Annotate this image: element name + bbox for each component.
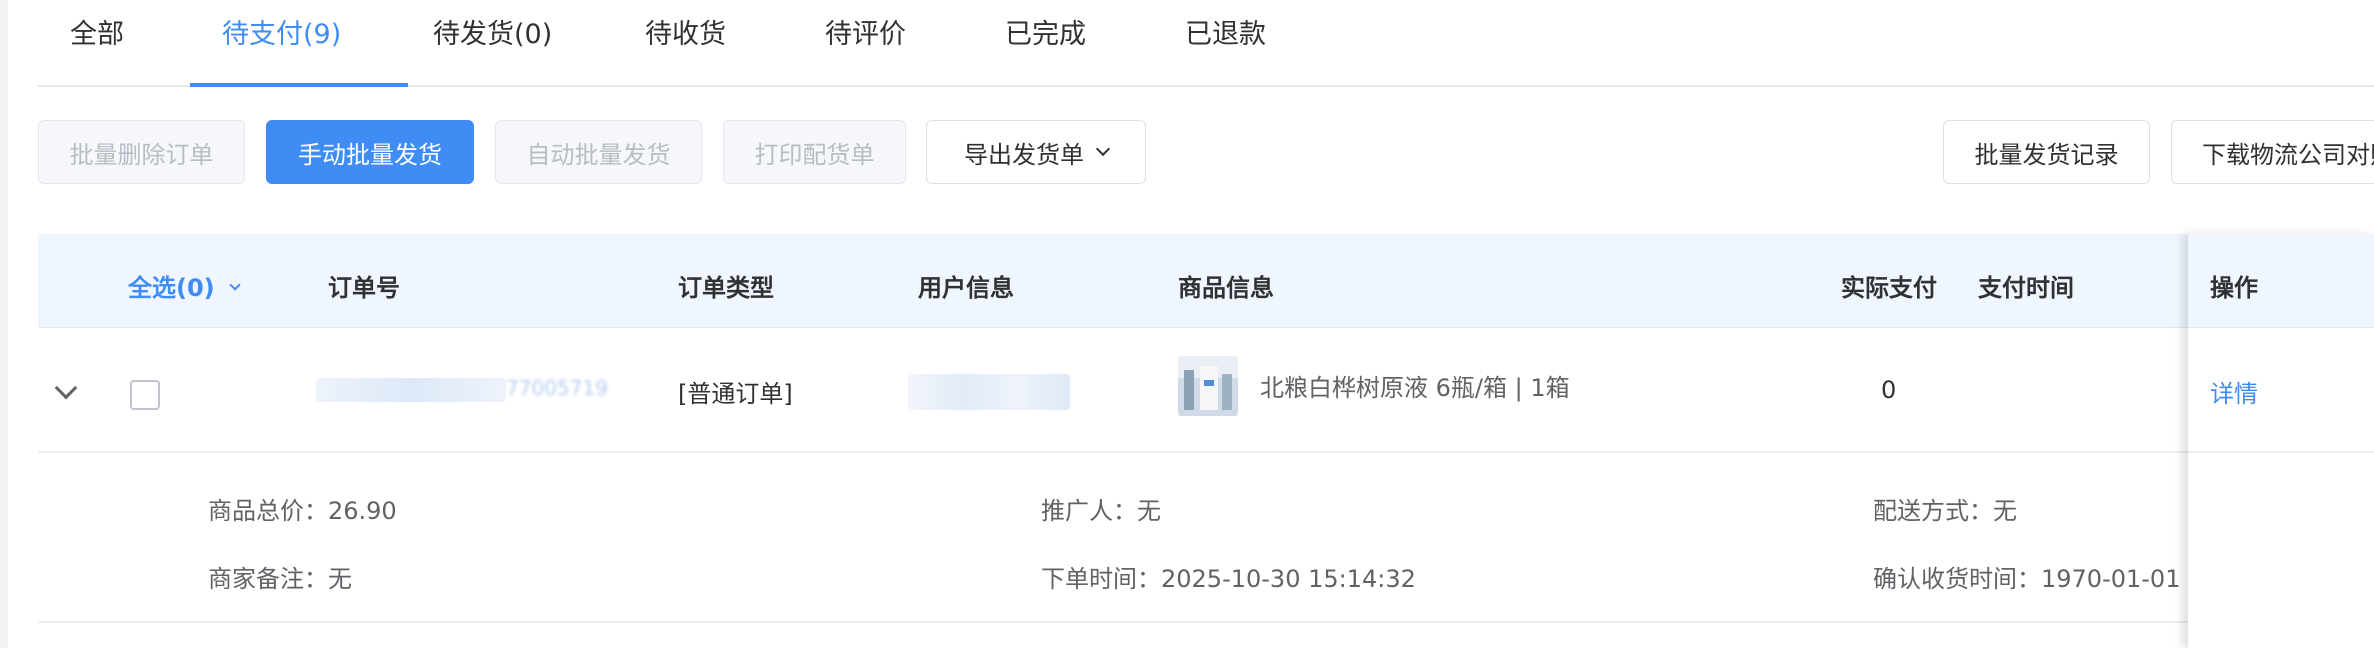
table-header: 全选(0) 订单号 订单类型 用户信息 商品信息 实际支付 支付时间 (38, 234, 2374, 328)
left-panel-edge (0, 0, 8, 648)
product-thumbnail (1178, 356, 1238, 416)
row-checkbox[interactable] (130, 380, 160, 410)
header-order-no: 订单号 (328, 274, 400, 302)
header-user-info: 用户信息 (918, 274, 1014, 302)
redacted-user-info (908, 374, 1070, 410)
batch-ship-records-button[interactable]: 批量发货记录 (1943, 120, 2150, 184)
merchant-note: 商家备注：无 (208, 565, 352, 593)
batch-delete-button[interactable]: 批量删除订单 (38, 120, 245, 184)
export-shipping-dropdown[interactable]: 导出发货单 (926, 120, 1146, 184)
export-shipping-label: 导出发货单 (964, 140, 1084, 169)
auto-batch-ship-button[interactable]: 自动批量发货 (495, 120, 702, 184)
chevron-down-icon (1095, 141, 1111, 157)
tab-pending-receipt[interactable]: 待收货 (645, 0, 726, 87)
tab-pending-shipment[interactable]: 待发货(0) (433, 0, 552, 87)
tab-all[interactable]: 全部 (70, 0, 124, 87)
header-actions: 操作 (2210, 274, 2258, 302)
actual-payment: 0 (1881, 376, 1897, 404)
order-number[interactable]: 77005719 (506, 376, 626, 400)
detail-link[interactable]: 详情 (2210, 374, 2258, 409)
order-type: [普通订单] (678, 380, 793, 408)
manual-batch-ship-button[interactable]: 手动批量发货 (266, 120, 474, 184)
active-tab-indicator (190, 83, 408, 87)
redacted-order-no (316, 378, 506, 402)
select-all-dropdown[interactable]: 全选(0) (128, 268, 241, 303)
chevron-down-icon (229, 279, 241, 291)
header-order-type: 订单类型 (678, 274, 774, 302)
order-time: 下单时间：2025-10-30 15:14:32 (1041, 565, 1416, 593)
header-product-info: 商品信息 (1178, 274, 1274, 302)
tab-refunded[interactable]: 已退款 (1185, 0, 1266, 87)
order-detail-panel: 商品总价：26.90 推广人：无 配送方式：无 商家备注：无 下单时间：2025… (38, 455, 2374, 623)
table-row: 77005719 [普通订单] 北粮白桦树原液 6瓶/箱 | 1箱 0 (38, 328, 2374, 453)
expand-row-icon[interactable] (54, 376, 78, 400)
header-actual-payment: 实际支付 (1841, 274, 1937, 302)
tab-completed[interactable]: 已完成 (1005, 0, 1086, 87)
print-packing-list-button[interactable]: 打印配货单 (723, 120, 906, 184)
download-logistics-button[interactable]: 下载物流公司对照表 (2171, 120, 2374, 184)
promoter: 推广人：无 (1041, 497, 1161, 525)
tab-pending-review[interactable]: 待评价 (825, 0, 906, 87)
total-price: 商品总价：26.90 (208, 497, 397, 525)
order-status-tabs: 全部 待支付(9) 待发货(0) 待收货 待评价 已完成 已退款 (38, 0, 2374, 87)
actions-header-cell: 操作 (2188, 234, 2374, 328)
tab-pending-payment[interactable]: 待支付(9) (222, 0, 341, 87)
fixed-actions-column: 操作 详情 (2188, 234, 2374, 648)
delivery-method: 配送方式：无 (1873, 497, 2017, 525)
confirm-receipt-time: 确认收货时间：1970-01-01 (1873, 565, 2181, 593)
actions-row-cell: 详情 (2188, 328, 2374, 453)
product-name: 北粮白桦树原液 6瓶/箱 | 1箱 (1260, 374, 1570, 402)
header-payment-time: 支付时间 (1978, 274, 2074, 302)
select-all-label: 全选(0) (128, 274, 215, 302)
